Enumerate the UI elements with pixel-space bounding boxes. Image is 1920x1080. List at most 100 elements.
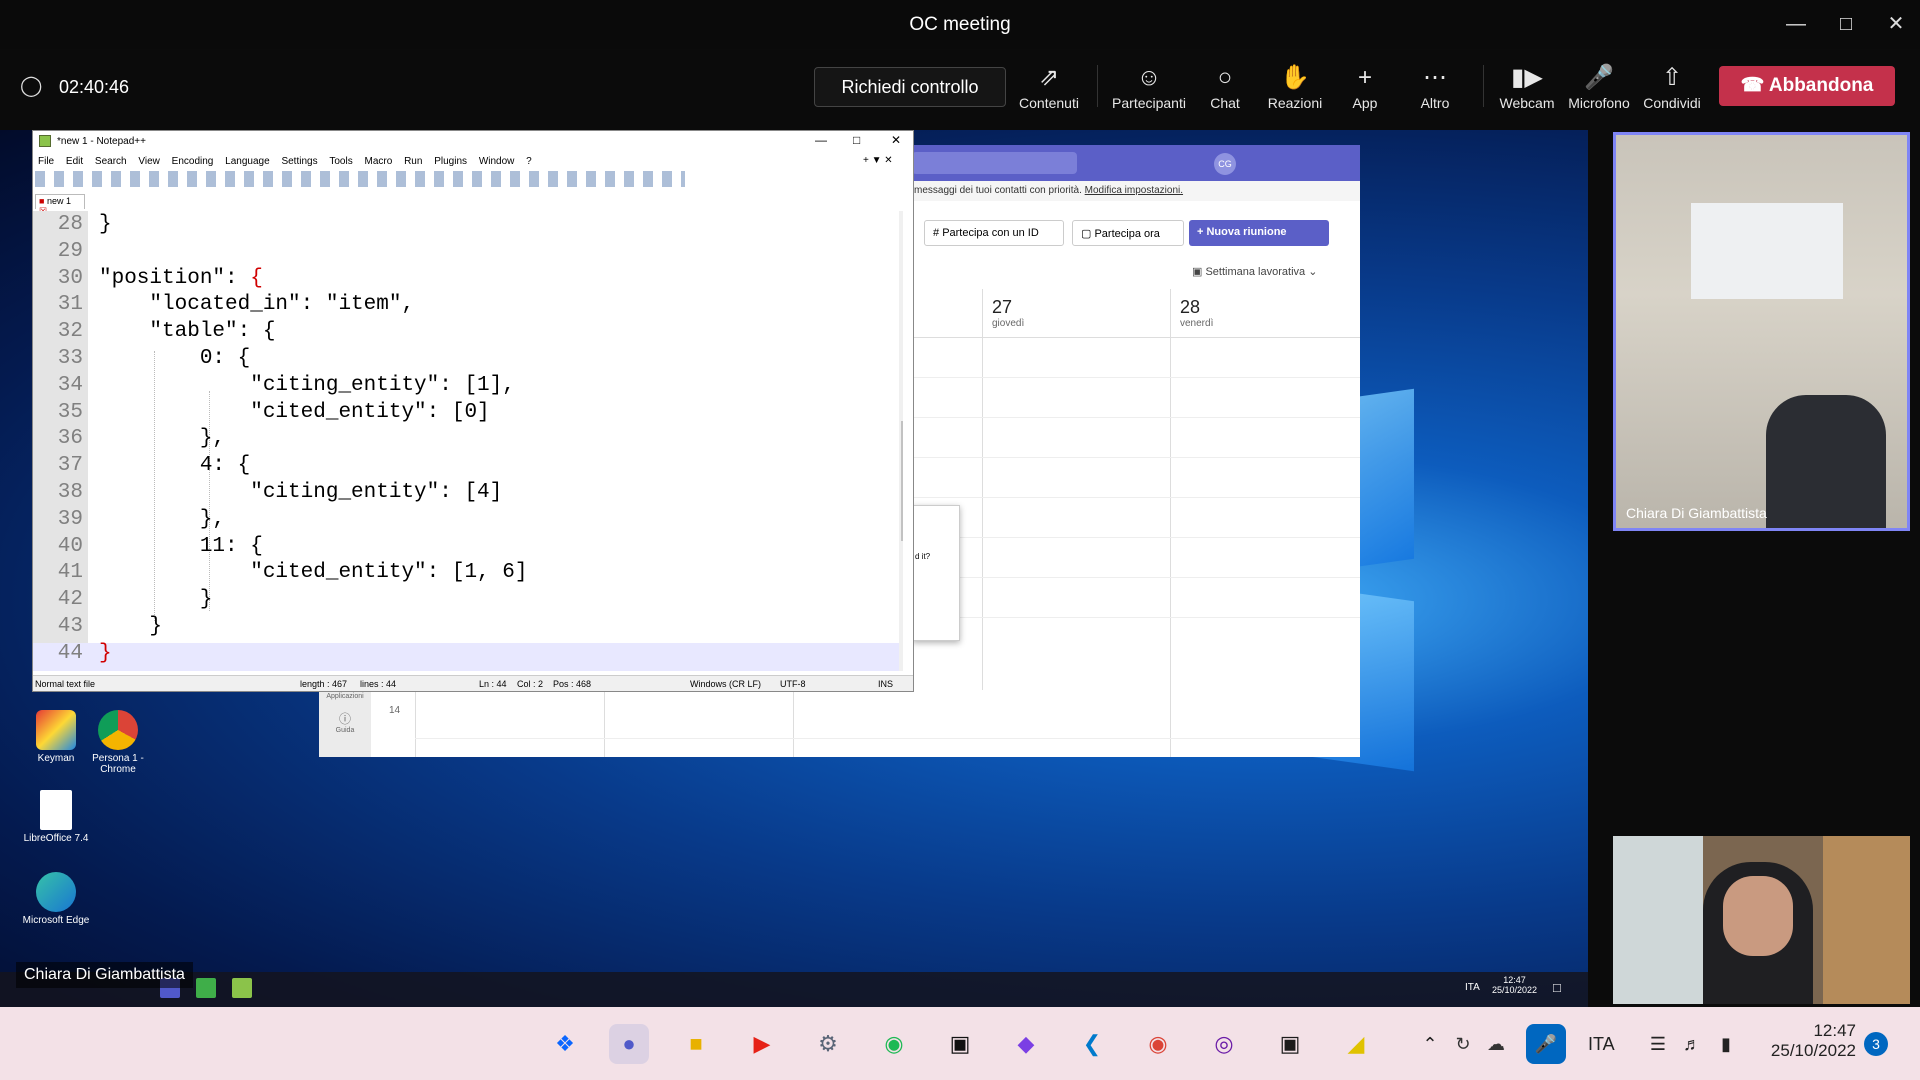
code-line: "cited_entity": [0] (99, 400, 490, 424)
week-view-dropdown[interactable]: ▣ Settimana lavorativa ⌄ (1192, 265, 1317, 278)
toolbar-condividi-button[interactable]: ⇧ Condividi (1632, 61, 1712, 111)
menu-edit[interactable]: Edit (66, 156, 83, 167)
toolbar-app-button[interactable]: + App (1325, 61, 1405, 111)
join-now-button[interactable]: ▢ Partecipa ora (1072, 220, 1184, 246)
cloud-icon[interactable]: ☁ (1476, 1024, 1516, 1064)
share-screen-icon: ⇧ (1661, 64, 1683, 91)
toolbar-contenuti-button[interactable]: ⇗ Contenuti (1009, 61, 1089, 111)
help-label[interactable]: Guida (319, 727, 371, 734)
tab-new1[interactable]: ■ new 1 ☒ (35, 194, 85, 216)
teams-app-rail: Applicazioni ⓘ Guida (319, 690, 371, 757)
vertical-scrollbar[interactable] (899, 211, 903, 671)
new-meeting-button[interactable]: + Nuova riunione (1189, 220, 1329, 246)
day-divider (793, 690, 794, 757)
participant-video-main[interactable]: Chiara Di Giambattista (1613, 132, 1910, 531)
toolbar-chat-button[interactable]: ○ Chat (1185, 61, 1265, 111)
close-icon[interactable]: ✕ (891, 133, 901, 147)
join-with-id-button[interactable]: # Partecipa con un ID (924, 220, 1064, 246)
settings-gear-icon[interactable]: ⚙ (808, 1024, 848, 1064)
libreoffice-icon (40, 790, 72, 830)
host-clock[interactable]: 12:47 25/10/2022 (1760, 1021, 1856, 1061)
calendar-grid-line (912, 617, 1360, 618)
line-number: 35 (57, 400, 83, 424)
menu-encoding[interactable]: Encoding (172, 156, 214, 167)
leave-button[interactable]: ☎ Abbandona (1719, 66, 1895, 106)
scrollbar-thumb[interactable] (901, 421, 903, 541)
participant-video-self[interactable] (1613, 836, 1910, 1004)
toolbar-microfono-button[interactable]: 🎤 Microfono (1559, 61, 1639, 111)
teams-search-box[interactable] (912, 152, 1077, 174)
chrome-taskbar-icon[interactable]: ◉ (1138, 1024, 1178, 1064)
file-explorer-icon[interactable]: ■ (676, 1024, 716, 1064)
toolbar-altro-button[interactable]: ⋯ Altro (1395, 61, 1475, 111)
line-number: 40 (57, 534, 83, 558)
banner-link[interactable]: Modifica impostazioni. (1085, 185, 1183, 196)
battery-icon[interactable]: ▮ (1706, 1024, 1746, 1064)
desktop-icon-chrome[interactable]: Persona 1 - Chrome (78, 710, 158, 775)
calendar-icon: ▣ (1192, 266, 1203, 278)
person-silhouette (1766, 395, 1886, 528)
teams-dialog: d it? (912, 505, 960, 641)
request-control-button[interactable]: Richiedi controllo (814, 67, 1006, 107)
help-icon[interactable]: ⓘ (319, 710, 371, 727)
code-line: } (99, 642, 112, 665)
avatar[interactable]: CG (1214, 153, 1236, 175)
menu-plugins[interactable]: Plugins (434, 156, 467, 167)
menu-view[interactable]: View (138, 156, 160, 167)
menu-help[interactable]: ? (526, 156, 532, 167)
code-editor[interactable]: 28} 29 30 "position": {31 "located_in": "it… (33, 211, 903, 671)
line-number: 36 (57, 427, 83, 451)
dialog-text: d it? (915, 552, 931, 561)
toolbar-partecipanti-button[interactable]: ☺ Partecipanti (1108, 61, 1190, 111)
vscode-icon[interactable]: ❮ (1072, 1024, 1112, 1064)
toolbar-reazioni-button[interactable]: ✋ Reazioni (1255, 61, 1335, 111)
host-language[interactable]: ITA (1588, 1034, 1615, 1055)
menu-window[interactable]: Window (479, 156, 515, 167)
windows-start-icon[interactable]: ❖ (545, 1024, 585, 1064)
window-title: OC meeting (909, 14, 1011, 35)
desktop-icon-label: LibreOffice 7.4 (23, 833, 89, 844)
microphone-active-icon[interactable]: 🎤 (1526, 1024, 1566, 1064)
maximize-icon[interactable]: □ (853, 133, 860, 147)
tor-browser-icon[interactable]: ◎ (1204, 1024, 1244, 1064)
pycharm-icon[interactable]: ▣ (940, 1024, 980, 1064)
menu-file[interactable]: File (38, 156, 54, 167)
sticky-notes-icon[interactable]: ◢ (1336, 1024, 1376, 1064)
calendar-grid-line (912, 417, 1360, 418)
obsidian-icon[interactable]: ◆ (1006, 1024, 1046, 1064)
toolbar-webcam-button[interactable]: ▮▶ Webcam (1487, 61, 1567, 111)
youtube-icon[interactable]: ▶ (742, 1024, 782, 1064)
close-icon[interactable]: ✕ (1876, 10, 1916, 38)
notification-icon[interactable]: □ (1553, 980, 1561, 995)
notification-badge[interactable]: 3 (1864, 1032, 1888, 1056)
menu-language[interactable]: Language (225, 156, 270, 167)
menu-macro[interactable]: Macro (365, 156, 393, 167)
pycharm-community-icon[interactable]: ▣ (1270, 1024, 1310, 1064)
teams-icon[interactable]: ● (609, 1024, 649, 1064)
minimize-icon[interactable]: — (1776, 10, 1816, 38)
minimize-icon[interactable]: — (815, 133, 827, 147)
banner-text: messaggi dei tuoi contatti con priorità. (914, 185, 1082, 196)
menu-extra-controls[interactable]: + ▼ ✕ (863, 155, 893, 166)
menu-tools[interactable]: Tools (329, 156, 352, 167)
app-taskbar-icon[interactable] (196, 978, 216, 998)
remote-clock[interactable]: 12:47 25/10/2022 (1492, 975, 1537, 995)
line-number: 34 (57, 373, 83, 397)
menu-search[interactable]: Search (95, 156, 127, 167)
maximize-icon[interactable]: □ (1826, 10, 1866, 38)
raise-hand-icon: ✋ (1280, 64, 1310, 91)
desktop-icon-edge[interactable]: Microsoft Edge (16, 872, 96, 926)
desktop-icon-label: Persona 1 - Chrome (92, 753, 144, 775)
apps-label[interactable]: Applicazioni (319, 693, 371, 700)
remote-date: 25/10/2022 (1492, 985, 1538, 995)
remote-language[interactable]: ITA (1465, 982, 1480, 993)
microphone-icon: 🎤 (1584, 64, 1614, 91)
notepadpp-taskbar-icon[interactable] (232, 978, 252, 998)
menu-settings[interactable]: Settings (281, 156, 317, 167)
window-background (1613, 836, 1703, 1004)
notepad-toolbar-icons[interactable] (35, 171, 685, 187)
menu-run[interactable]: Run (404, 156, 422, 167)
spotify-icon[interactable]: ◉ (874, 1024, 914, 1064)
code-line: } (99, 213, 112, 236)
desktop-icon-libreoffice[interactable]: LibreOffice 7.4 (16, 790, 96, 844)
